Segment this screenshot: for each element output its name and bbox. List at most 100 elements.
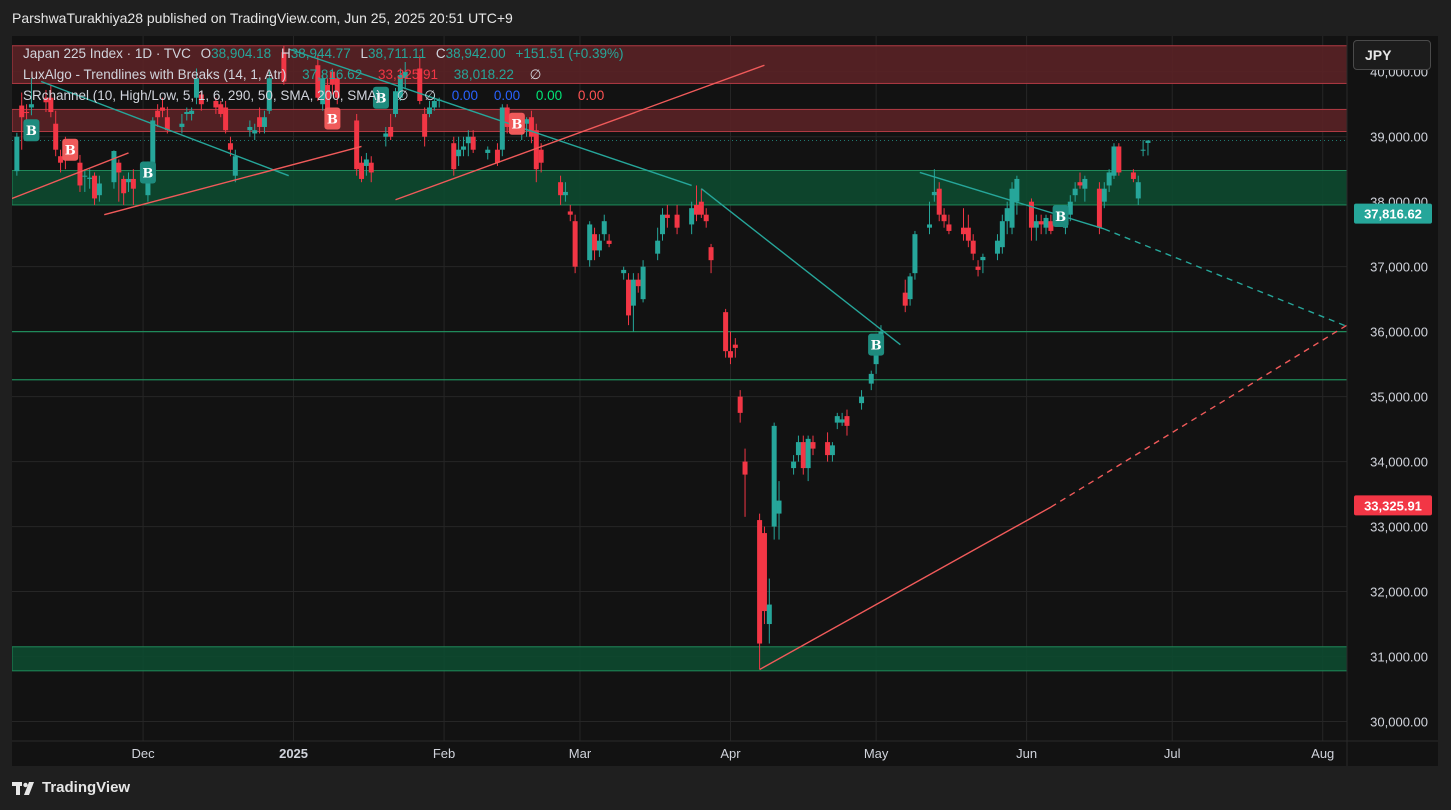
candle-body xyxy=(980,256,986,261)
candle-body xyxy=(388,126,394,137)
candle-body xyxy=(635,279,641,287)
y-tick-label: 30,000.00 xyxy=(1370,715,1428,730)
y-tick-label: 34,000.00 xyxy=(1370,455,1428,470)
candle xyxy=(354,113,360,176)
break-marker: B xyxy=(23,119,40,142)
legend-low-label: L xyxy=(360,46,369,61)
legend-low-value: 38,711.11 xyxy=(368,46,427,61)
x-tick-label: May xyxy=(864,746,889,761)
candle-body xyxy=(621,269,627,274)
candle xyxy=(761,526,767,625)
support-zone xyxy=(12,646,1348,672)
break-marker-label: B xyxy=(871,339,882,354)
candle-body xyxy=(567,211,573,215)
legend-symbol: Japan 225 Index · 1D · TVC xyxy=(23,46,191,61)
candle-body xyxy=(834,416,840,423)
break-marker: B xyxy=(1052,204,1069,227)
candle-body xyxy=(805,438,811,469)
legend-change: +151.51 (+0.39%) xyxy=(515,46,624,61)
candle-body xyxy=(912,234,918,274)
candle-body xyxy=(562,191,568,196)
candle-body xyxy=(868,373,874,384)
candle-body xyxy=(19,105,25,118)
y-tick-label: 32,000.00 xyxy=(1370,585,1428,600)
candle-body xyxy=(159,107,165,111)
brand-name[interactable]: TradingView xyxy=(42,779,130,796)
y-tick-label: 39,000.00 xyxy=(1370,130,1428,145)
candle-body xyxy=(179,123,185,127)
candle xyxy=(771,422,777,540)
candle-body xyxy=(606,240,612,244)
legend-indicator1-row[interactable]: LuxAlgo - Trendlines with Breaks (14, 1,… xyxy=(23,67,541,83)
candle-body xyxy=(727,351,733,358)
candle-body xyxy=(737,396,743,413)
break-marker-label: B xyxy=(1055,210,1066,225)
candle-body xyxy=(703,214,709,222)
x-tick-label: Mar xyxy=(569,746,592,761)
candle-body xyxy=(1111,146,1117,176)
x-tick-label: Dec xyxy=(132,746,156,761)
indicator2-value2: ∅ xyxy=(424,88,437,103)
indicator2-value6: 0.00 xyxy=(577,88,605,103)
candle-body xyxy=(155,110,161,118)
candle-body xyxy=(28,104,34,108)
candle-body xyxy=(451,143,457,170)
candle xyxy=(723,308,729,358)
candle-body xyxy=(742,461,748,475)
candle-body xyxy=(121,178,127,194)
candle-body xyxy=(664,214,670,218)
candle-body xyxy=(261,117,267,127)
candle-body xyxy=(87,177,93,179)
candle-body xyxy=(257,117,263,127)
candle-body xyxy=(247,126,253,131)
candle-body xyxy=(761,533,767,612)
candle-body xyxy=(1009,188,1015,228)
candle-body xyxy=(359,162,365,179)
top-bar: ParshwaTurakhiya28 published on TradingV… xyxy=(0,0,1451,36)
candle-body xyxy=(771,425,777,527)
candle-body xyxy=(572,221,578,267)
candle-body xyxy=(941,214,947,222)
indicator2-value3: 0.00 xyxy=(451,88,479,103)
candle-body xyxy=(592,234,598,251)
indicator2-name: SRchannel (10, High/Low, 5, 1, 6, 290, 5… xyxy=(23,88,381,103)
candle-body xyxy=(470,136,476,150)
candle-body xyxy=(232,156,238,176)
legend-symbol-row[interactable]: Japan 225 Index · 1D · TVC O38,904.18 H3… xyxy=(23,46,624,61)
candle-body xyxy=(126,178,132,183)
candle-body xyxy=(499,107,505,150)
candle-body xyxy=(800,442,806,469)
tradingview-logo-icon[interactable] xyxy=(12,779,38,797)
candle-body xyxy=(931,191,937,196)
candle-body xyxy=(96,183,102,196)
candle-body xyxy=(810,442,816,449)
candle-body xyxy=(994,240,1000,254)
candle-body xyxy=(383,133,389,137)
break-marker: B xyxy=(868,333,885,356)
candle-body xyxy=(82,175,88,177)
legend-indicator2-row[interactable]: SRchannel (10, High/Low, 5, 1, 6, 290, 5… xyxy=(23,88,604,104)
candle-body xyxy=(660,214,666,235)
candle-body xyxy=(1033,221,1039,228)
candle-body xyxy=(601,221,607,235)
candle-body xyxy=(130,178,136,189)
candle-body xyxy=(587,224,593,261)
price-chart[interactable]: BBBBBBBB40,000.0039,000.0038,000.0037,00… xyxy=(12,36,1438,766)
candle-body xyxy=(456,149,462,157)
candle-body xyxy=(1014,178,1020,202)
y-tick-label: 31,000.00 xyxy=(1370,650,1428,665)
legend-close-label: C xyxy=(435,46,446,61)
currency-button[interactable]: JPY xyxy=(1353,40,1431,70)
candle-body xyxy=(252,130,258,134)
x-tick-label: Aug xyxy=(1311,746,1334,761)
candle-body xyxy=(77,162,83,186)
footer xyxy=(0,768,1451,810)
candle-body xyxy=(1043,217,1049,228)
candle-body xyxy=(1072,188,1078,196)
candle xyxy=(1116,143,1122,176)
candle-body xyxy=(630,279,636,306)
candle-body xyxy=(465,136,471,144)
candle-body xyxy=(1140,149,1146,151)
candle-body xyxy=(829,445,835,456)
break-marker-label: B xyxy=(65,144,76,159)
